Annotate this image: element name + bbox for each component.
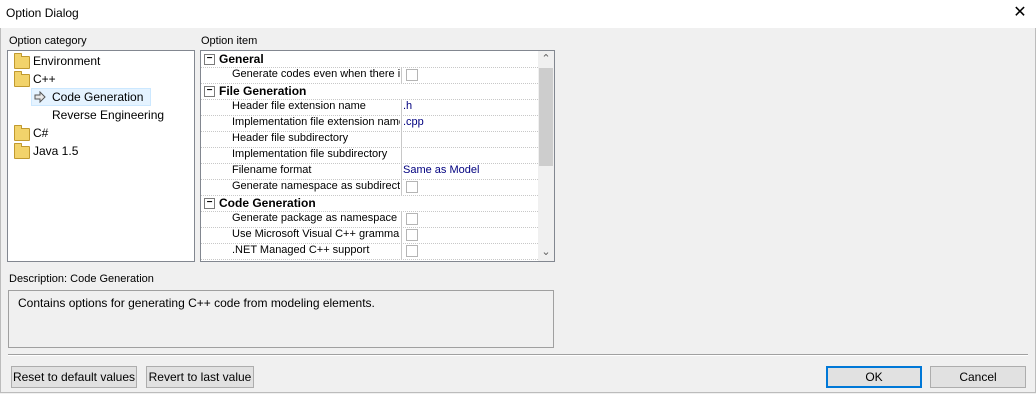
option-name: Use Microsoft Visual C++ grammar: [232, 228, 400, 240]
option-name: .NET Managed C++ support: [232, 244, 370, 256]
option-item-label: Option item: [201, 35, 258, 47]
title-bar: [0, 0, 1036, 28]
option-name: Implementation file subdirectory: [232, 148, 388, 160]
collapse-toggle-icon[interactable]: −: [204, 86, 215, 97]
window-title: Option Dialog: [6, 6, 79, 20]
option-row[interactable]: Implementation file subdirectory: [201, 147, 538, 164]
folder-icon: [14, 125, 30, 141]
group-title: General: [219, 52, 264, 66]
option-row[interactable]: Generate codes even when there is: [201, 67, 538, 84]
option-checkbox[interactable]: [406, 181, 418, 193]
scroll-thumb[interactable]: [539, 68, 553, 166]
option-value[interactable]: Same as Model: [403, 164, 479, 176]
option-row[interactable]: .NET Managed C++ support: [201, 243, 538, 260]
close-icon[interactable]: ✕: [1010, 3, 1030, 23]
group-title: File Generation: [219, 84, 307, 98]
option-row[interactable]: Generate package as namespace: [201, 211, 538, 228]
option-grid[interactable]: − General Generate codes even when there…: [200, 50, 555, 262]
option-name: Generate namespace as subdirectory: [232, 180, 400, 192]
group-general[interactable]: − General: [201, 51, 538, 68]
option-name: Generate package as namespace: [232, 212, 398, 224]
tree-item-label: Environment: [33, 54, 101, 68]
option-checkbox[interactable]: [406, 213, 418, 225]
group-code-generation[interactable]: − Code Generation: [201, 195, 538, 212]
tree-item-label: C++: [33, 72, 56, 86]
category-tree[interactable]: Environment C++ Code Generation Reverse …: [7, 50, 195, 262]
collapse-toggle-icon[interactable]: −: [204, 198, 215, 209]
option-value[interactable]: .cpp: [403, 116, 424, 128]
revert-last-value-button[interactable]: Revert to last value: [146, 366, 254, 388]
collapse-toggle-icon[interactable]: −: [204, 54, 215, 65]
description-text: Contains options for generating C++ code…: [18, 296, 375, 310]
folder-icon: [14, 143, 30, 159]
tree-item-label: Java 1.5: [33, 144, 79, 158]
option-row[interactable]: Implementation file extension name .cpp: [201, 115, 538, 132]
option-row[interactable]: Generate namespace as subdirectory: [201, 179, 538, 196]
tree-item-label: Code Generation: [52, 90, 144, 104]
scroll-up-icon[interactable]: ⌃: [538, 52, 554, 66]
option-checkbox[interactable]: [406, 229, 418, 241]
separator: [8, 354, 1028, 356]
option-name: Header file extension name: [232, 100, 366, 112]
description-label: Description: Code Generation: [9, 273, 154, 285]
tree-item-reverse-engineering[interactable]: Reverse Engineering: [52, 106, 164, 124]
option-name: Filename format: [232, 164, 312, 176]
option-name: Generate codes even when there is: [232, 68, 400, 80]
ok-button[interactable]: OK: [826, 366, 922, 388]
option-row[interactable]: Header file extension name .h: [201, 99, 538, 116]
tree-item-code-generation[interactable]: Code Generation: [31, 88, 151, 106]
group-title: Code Generation: [219, 196, 316, 210]
vertical-scrollbar[interactable]: ⌃ ⌄: [538, 51, 554, 261]
tree-item-label: C#: [33, 126, 49, 140]
folder-icon: [14, 71, 30, 87]
scroll-down-icon[interactable]: ⌄: [538, 245, 554, 259]
tree-item-label: Reverse Engineering: [52, 108, 165, 122]
option-name: Implementation file extension name: [232, 116, 400, 128]
reset-defaults-button[interactable]: Reset to default values: [11, 366, 137, 388]
option-checkbox[interactable]: [406, 69, 418, 81]
option-row[interactable]: Filename format Same as Model: [201, 163, 538, 180]
arrow-icon: [34, 91, 46, 103]
option-value[interactable]: .h: [403, 100, 412, 112]
option-row[interactable]: Use Microsoft Visual C++ grammar: [201, 227, 538, 244]
group-file-generation[interactable]: − File Generation: [201, 83, 538, 100]
folder-icon: [14, 53, 30, 69]
option-checkbox[interactable]: [406, 245, 418, 257]
option-category-label: Option category: [9, 35, 87, 47]
option-name: Header file subdirectory: [232, 132, 349, 144]
description-box: Contains options for generating C++ code…: [8, 290, 554, 348]
option-row[interactable]: Header file subdirectory: [201, 131, 538, 148]
cancel-button[interactable]: Cancel: [930, 366, 1026, 388]
